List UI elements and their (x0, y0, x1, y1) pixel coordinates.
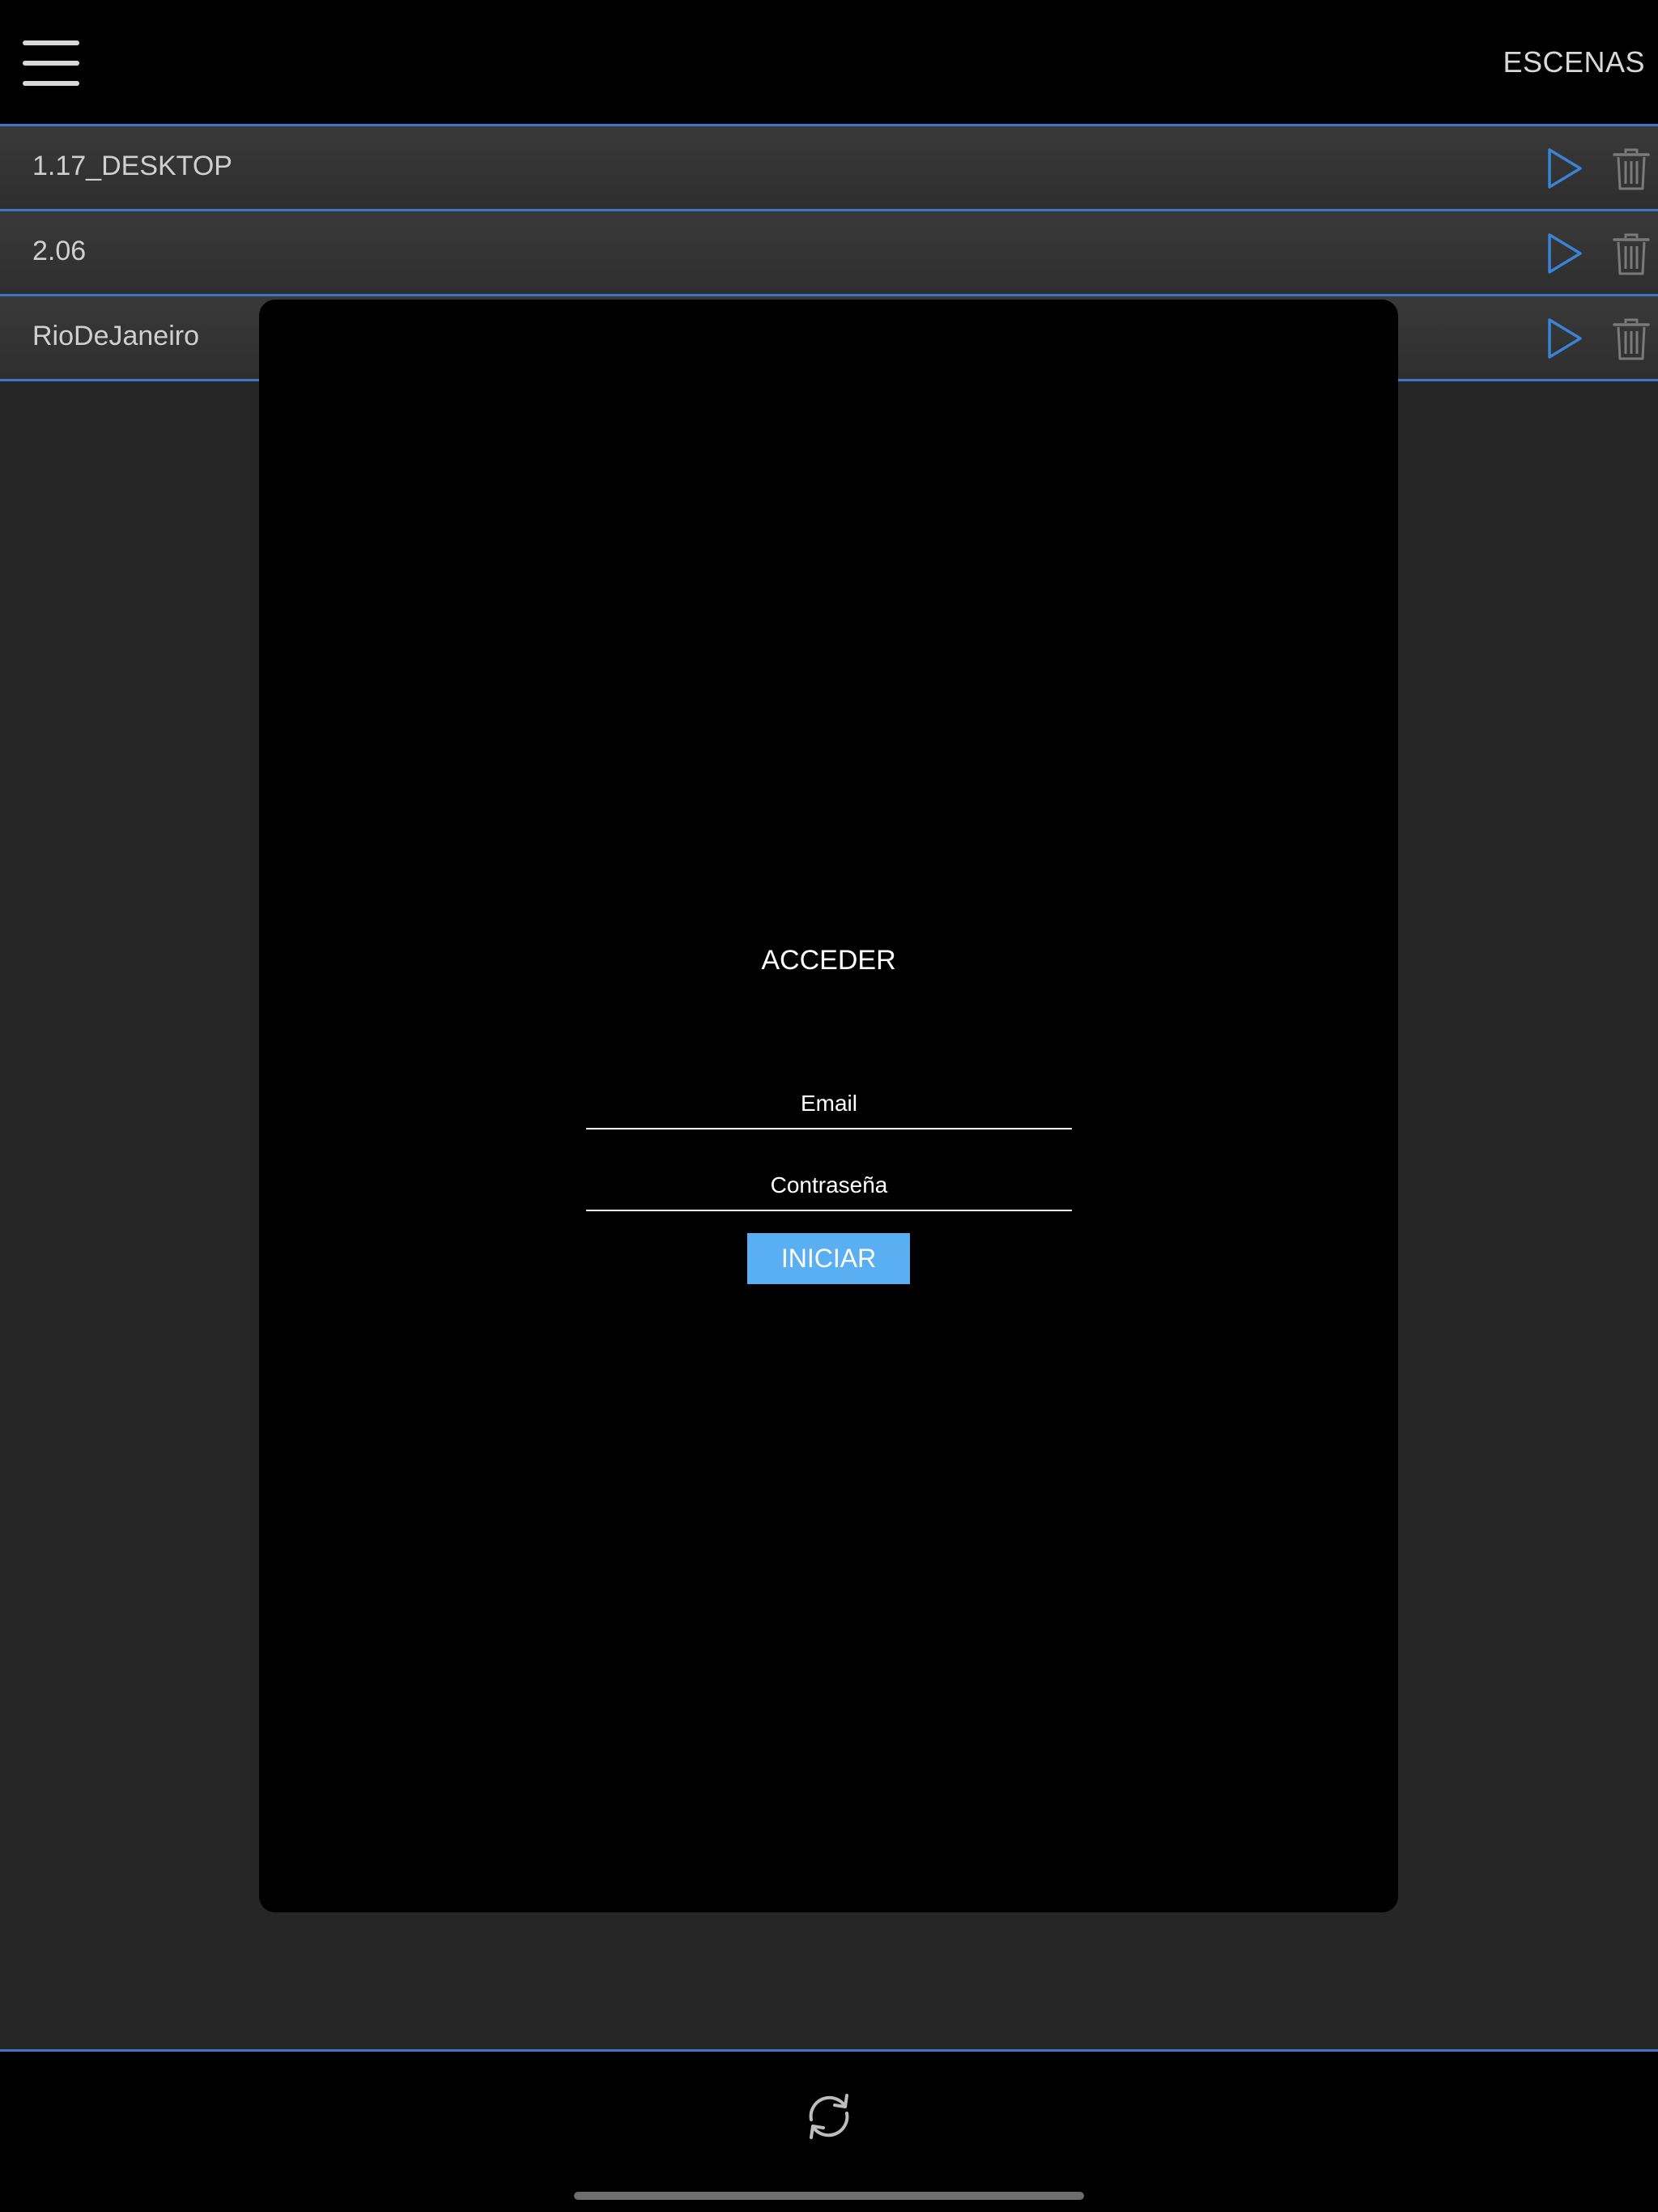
refresh-icon[interactable] (800, 2087, 858, 2146)
start-button[interactable]: INICIAR (747, 1233, 910, 1284)
app-screen: ESCENAS 1.17_DESKTOP 2.06 RioDeJaneiro A… (0, 0, 1658, 2212)
bottom-bar (0, 2049, 1658, 2212)
page-title: ESCENAS (1503, 45, 1645, 79)
scene-row[interactable]: 1.17_DESKTOP (0, 126, 1658, 211)
login-title: ACCEDER (761, 945, 896, 976)
scene-name: RioDeJaneiro (32, 321, 199, 351)
home-indicator (574, 2192, 1084, 2200)
email-field (586, 1073, 1072, 1129)
trash-icon[interactable] (1612, 317, 1651, 361)
scene-row[interactable]: 2.06 (0, 211, 1658, 296)
trash-icon[interactable] (1612, 147, 1651, 191)
scene-name: 2.06 (32, 236, 87, 266)
play-icon[interactable] (1545, 317, 1585, 359)
trash-icon[interactable] (1612, 232, 1651, 276)
scene-name: 1.17_DESKTOP (32, 151, 232, 181)
top-bar: ESCENAS (0, 0, 1658, 126)
hamburger-menu-icon[interactable] (21, 39, 81, 87)
play-icon[interactable] (1545, 147, 1585, 189)
email-input[interactable] (586, 1073, 1072, 1128)
password-input[interactable] (586, 1155, 1072, 1210)
login-modal: ACCEDER INICIAR (259, 300, 1398, 1912)
password-field (586, 1155, 1072, 1211)
play-icon[interactable] (1545, 232, 1585, 274)
